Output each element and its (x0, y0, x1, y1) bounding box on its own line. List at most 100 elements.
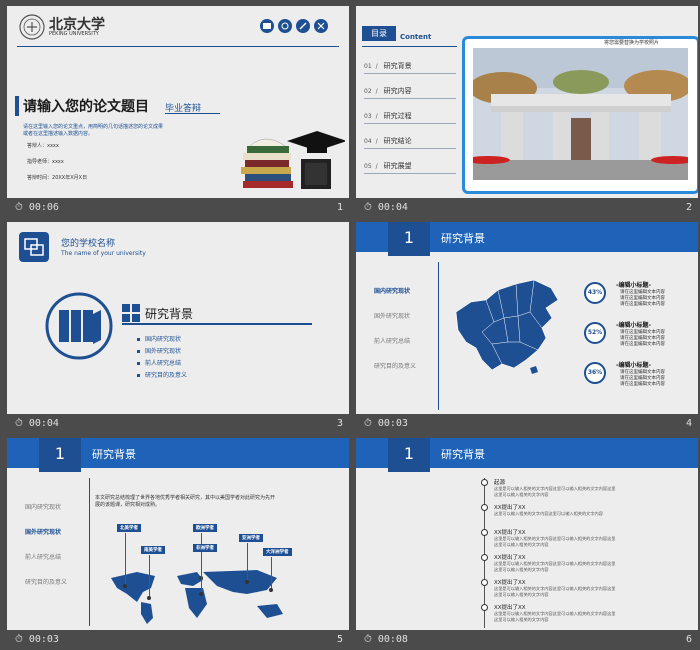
field-presenter: 答辩人：xxxx (27, 143, 59, 149)
school-name: 您的学校名称 (61, 239, 116, 249)
toc-item-number: 01 (364, 63, 372, 70)
slide-caption-4: ⏱ 00:03 4 (364, 418, 692, 429)
timeline-text: 这里可以输入相关的文字内容 (494, 492, 549, 497)
toc-item-label: 研究结论 (383, 137, 412, 145)
stat-text: 请在这里编辑文本内容 (620, 382, 665, 387)
header-divider (17, 46, 339, 47)
field-advisor: 指导老师：xxxx (27, 159, 64, 165)
bullet-item: 国外研究现状 (137, 346, 181, 355)
timeline-text: 这里可以输入相关的文字内容这里可以输入相关的文字内容 (494, 511, 603, 516)
timeline-node (481, 529, 488, 536)
section-number: 1 (388, 222, 430, 256)
stat-title: -编辑小标题- (616, 282, 651, 289)
stat-text: 请在这里编辑文本内容 (620, 342, 665, 347)
grid-icon (122, 304, 140, 322)
toc-item-underline (364, 148, 456, 149)
region-label: 北美学者 (117, 524, 141, 532)
china-map (455, 279, 559, 374)
region-label-dot (123, 584, 127, 588)
toc-item[interactable]: 03/ 研究过程 (364, 111, 459, 121)
slide-thumbnail-1[interactable]: 北京大学 PEKING UNIVERSITY 请输入您的论文题目 毕业答辩 请在… (7, 6, 349, 198)
toc-item-slash: / (375, 88, 378, 95)
stat-circle: 36% (584, 362, 606, 384)
timeline-text: 这里可以输入相关的文字内容 (494, 542, 549, 547)
side-menu-item[interactable]: 研究目的及意义 (25, 577, 67, 586)
side-menu-item[interactable]: 研究目的及意义 (374, 361, 416, 370)
region-label-dot (199, 592, 203, 596)
field-date: 答辩时间：20XX年X月X日 (27, 175, 88, 181)
section-heading: 研究背景 (145, 307, 194, 321)
section-number: 1 (388, 438, 430, 472)
slide-thumbnail-6[interactable]: 1 研究背景 起源 这里是可以输入相关的文字内容这里可以输入相关的文字内容这里 这里… (356, 438, 698, 630)
bullet-label: 研究目的及意义 (145, 372, 188, 379)
region-label-dot (147, 596, 151, 600)
timeline-node (481, 554, 488, 561)
toc-item-underline (364, 98, 456, 99)
school-logo-icon (19, 232, 49, 262)
toc-item-underline (364, 73, 456, 74)
side-menu-divider (89, 478, 90, 626)
slide-caption-5: ⏱ 00:03 5 (15, 634, 343, 645)
bullet-item: 研究目的及意义 (137, 370, 187, 379)
section-title: 研究背景 (92, 448, 136, 461)
bullet-dot (137, 338, 140, 341)
bullet-dot (137, 374, 140, 377)
section-title: 研究背景 (441, 232, 485, 245)
bullet-label: 国外研究现状 (145, 348, 182, 355)
slide-caption-6: ⏱ 00:08 6 (364, 634, 692, 645)
toc-item[interactable]: 01/ 研究背景 (364, 61, 459, 71)
heading-underline (122, 323, 312, 325)
side-menu-item[interactable]: 国外研究现状 (374, 311, 410, 320)
region-label-leader (201, 553, 202, 594)
slide-thumbnail-2[interactable]: 目录 Content 将您需要替换为学校照片 01/研究背景 02/研究内容 03/… (356, 6, 698, 198)
side-menu-item[interactable]: 前人研究总结 (374, 336, 410, 345)
toc-item-label: 研究背景 (383, 62, 412, 70)
slide-thumbnail-4[interactable]: 1 研究背景 国内研究现状 国外研究现状 前人研究总结 研究目的及意义 43% -编辑小标… (356, 222, 698, 414)
bullet-label: 前人研究总结 (145, 360, 182, 367)
timeline-text: 这里可以输入相关的文字内容 (494, 592, 549, 597)
stat-circle: 52% (584, 322, 606, 344)
side-menu-item[interactable]: 国内研究现状 (374, 286, 410, 295)
content-tag: 目录 (362, 26, 396, 41)
section-title: 研究背景 (441, 448, 485, 461)
intro-paragraph-2: 展的该题课，研究相对成熟。 (95, 502, 161, 508)
school-gate-photo (473, 48, 688, 180)
slide-thumbnail-3[interactable]: 您的学校名称 The name of your university 研究背景 … (7, 222, 349, 414)
stat-title: -编辑小标题- (616, 362, 651, 369)
side-menu-item[interactable]: 国外研究现状 (25, 527, 61, 536)
toc-item-number: 02 (364, 88, 372, 95)
side-menu-item[interactable]: 国内研究现状 (25, 502, 61, 511)
toc-item[interactable]: 02/ 研究内容 (364, 86, 459, 96)
slide-caption-1: ⏱ 00:06 1 (15, 202, 343, 213)
section-number: 1 (39, 438, 81, 472)
world-map (111, 570, 283, 624)
toc-item-slash: / (375, 113, 378, 120)
toc-item-label: 研究内容 (383, 87, 412, 95)
timeline-title: XX提出了XX (494, 530, 526, 536)
timeline-title: XX提出了XX (494, 555, 526, 561)
region-label-leader (271, 557, 272, 590)
bullet-item: 前人研究总结 (137, 358, 181, 367)
toc-item[interactable]: 05/ 研究展望 (364, 161, 459, 171)
slide-thumbnail-5[interactable]: 1 研究背景 本文研究总结梳理了世界各地优秀学者相关研究，其中以美国学者对此研究… (7, 438, 349, 630)
side-menu-item[interactable]: 前人研究总结 (25, 552, 61, 561)
region-label-leader (247, 543, 248, 582)
timeline-text: 这里可以输入相关的文字内容 (494, 617, 549, 622)
timeline-node (481, 479, 488, 486)
stat-title: -编辑小标题- (616, 322, 651, 329)
timeline-title: 起源 (494, 480, 506, 486)
thesis-title: 请输入您的论文题目 (23, 99, 149, 115)
toc-item[interactable]: 04/ 研究结论 (364, 136, 459, 146)
thesis-desc-2: 或者在这里描述输入数据内容。 (23, 131, 94, 137)
toc-item-underline (364, 173, 456, 174)
slide-caption-3: ⏱ 00:04 3 (15, 418, 343, 429)
side-menu-divider (438, 262, 439, 410)
school-name-en: The name of your university (61, 250, 146, 257)
timeline-title: XX提出了XX (494, 505, 526, 511)
region-label: 非洲学者 (193, 544, 217, 552)
bullet-dot (137, 362, 140, 365)
photo-caption: 将您需要替换为学校照片 (604, 40, 660, 46)
timeline-node (481, 504, 488, 511)
toc-item-label: 研究展望 (383, 162, 412, 170)
bullet-dot (137, 350, 140, 353)
